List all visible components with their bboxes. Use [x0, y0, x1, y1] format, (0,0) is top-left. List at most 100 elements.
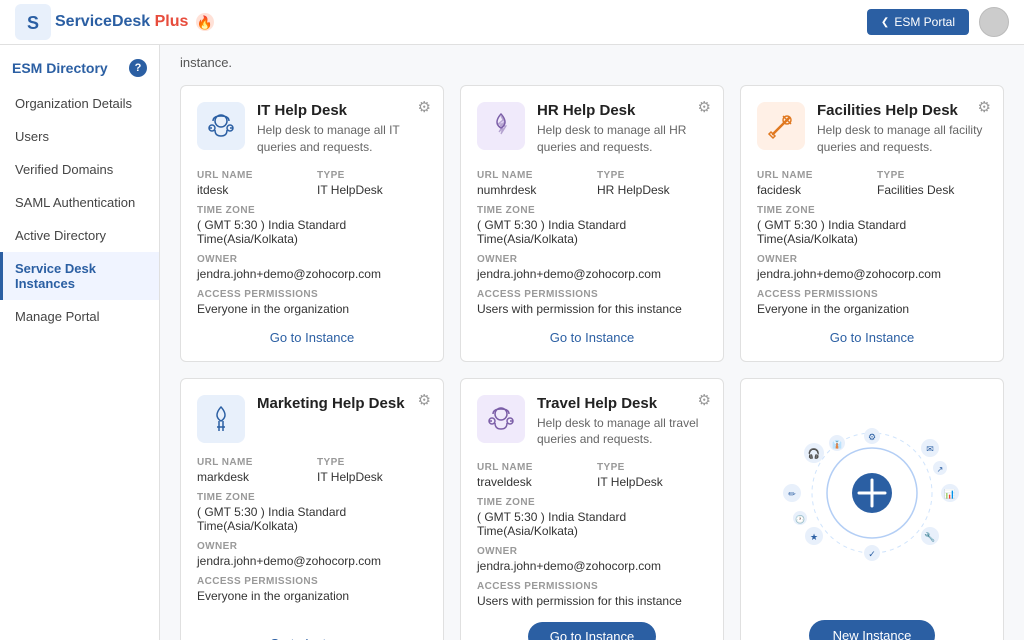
avatar[interactable] [979, 7, 1009, 37]
app-logo: S ServiceDesk Plus 🔥 [15, 4, 215, 40]
new-instance-button[interactable]: New Instance [809, 620, 936, 640]
field-access-facilities: ACCESS PERMISSIONS Everyone in the organ… [757, 289, 987, 316]
field-url-marketing: URL NAME markdesk [197, 457, 307, 484]
card-icon-travel [477, 395, 525, 443]
sidebar-item-saml-auth[interactable]: SAML Authentication [0, 186, 159, 219]
svg-text:⚙: ⚙ [868, 432, 876, 442]
card-subtitle-travel: Help desk to manage all travel queries a… [537, 415, 707, 449]
card-title-area-it: IT Help Desk Help desk to manage all IT … [257, 102, 427, 156]
card-title-facilities: Facilities Help Desk [817, 102, 987, 119]
card-footer-marketing: Go to Instance [197, 636, 427, 640]
svg-text:📊: 📊 [944, 488, 955, 499]
gear-button-travel[interactable]: ⚙ [698, 391, 711, 409]
svg-text:🔥: 🔥 [197, 15, 213, 30]
card-fields-marketing: URL NAME markdesk TYPE IT HelpDesk TIME … [197, 457, 427, 603]
card-fields-facilities: URL NAME facidesk TYPE Facilities Desk T… [757, 170, 987, 316]
field-owner-hr: OWNER jendra.john+demo@zohocorp.com [477, 254, 707, 281]
svg-text:🔧: 🔧 [924, 531, 935, 542]
card-fields-it: URL NAME itdesk TYPE IT HelpDesk TIME ZO… [197, 170, 427, 316]
logo-text: ServiceDesk Plus 🔥 [55, 12, 215, 32]
sidebar: ESM Directory ? Organization Details Use… [0, 45, 160, 640]
gear-button-it[interactable]: ⚙ [418, 98, 431, 116]
sidebar-item-users[interactable]: Users [0, 120, 159, 153]
svg-text:👔: 👔 [832, 439, 842, 449]
card-subtitle-it: Help desk to manage all IT queries and r… [257, 122, 427, 156]
goto-link-marketing[interactable]: Go to Instance [270, 636, 355, 640]
new-instance-svg: 🎧 ⚙ ✉ 📊 🔧 [762, 418, 982, 578]
main-layout: ESM Directory ? Organization Details Use… [0, 45, 1024, 640]
svg-text:🕐: 🕐 [795, 514, 805, 524]
card-hr-helpdesk: ⚙ HR Help Desk Help desk to manage all H… [460, 85, 724, 362]
esm-portal-button[interactable]: ESM Portal [867, 9, 969, 35]
sidebar-item-service-desk-instances[interactable]: Service Desk Instances [0, 252, 159, 300]
new-instance-card: 🎧 ⚙ ✉ 📊 🔧 [740, 378, 1004, 640]
card-marketing-helpdesk: ⚙ Marketing Help Desk [180, 378, 444, 640]
field-url-hr: URL NAME numhrdesk [477, 170, 587, 197]
card-fields-travel: URL NAME traveldesk TYPE IT HelpDesk TIM… [477, 462, 707, 608]
field-owner-marketing: OWNER jendra.john+demo@zohocorp.com [197, 541, 427, 568]
card-it-helpdesk: ⚙ IT Help Desk [180, 85, 444, 362]
sidebar-item-manage-portal[interactable]: Manage Portal [0, 300, 159, 333]
gear-button-marketing[interactable]: ⚙ [418, 391, 431, 409]
card-subtitle-hr: Help desk to manage all HR queries and r… [537, 122, 707, 156]
card-footer-hr: Go to Instance [477, 330, 707, 345]
field-url-it: URL NAME itdesk [197, 170, 307, 197]
field-access-it: ACCESS PERMISSIONS Everyone in the organ… [197, 289, 427, 316]
main-content: instance. ⚙ [160, 45, 1024, 640]
field-tz-facilities: TIME ZONE ( GMT 5:30 ) India Standard Ti… [757, 205, 987, 246]
card-icon-marketing [197, 395, 245, 443]
instance-note: instance. [180, 45, 1004, 85]
field-owner-travel: OWNER jendra.john+demo@zohocorp.com [477, 546, 707, 573]
help-icon[interactable]: ? [129, 59, 147, 77]
card-title-area-travel: Travel Help Desk Help desk to manage all… [537, 395, 707, 449]
card-header-facilities: Facilities Help Desk Help desk to manage… [757, 102, 987, 156]
card-title-it: IT Help Desk [257, 102, 427, 119]
field-url-facilities: URL NAME facidesk [757, 170, 867, 197]
goto-link-it[interactable]: Go to Instance [270, 330, 355, 345]
card-icon-hr [477, 102, 525, 150]
logo-icon: S [15, 4, 51, 40]
goto-link-facilities[interactable]: Go to Instance [830, 330, 915, 345]
svg-text:S: S [27, 13, 39, 33]
field-owner-it: OWNER jendra.john+demo@zohocorp.com [197, 254, 427, 281]
app-header: S ServiceDesk Plus 🔥 ESM Portal [0, 0, 1024, 45]
card-title-marketing: Marketing Help Desk [257, 395, 427, 412]
instances-grid: ⚙ IT Help Desk [180, 85, 1004, 640]
field-access-marketing: ACCESS PERMISSIONS Everyone in the organ… [197, 576, 427, 603]
field-tz-marketing: TIME ZONE ( GMT 5:30 ) India Standard Ti… [197, 492, 427, 533]
field-tz-it: TIME ZONE ( GMT 5:30 ) India Standard Ti… [197, 205, 427, 246]
field-type-it: TYPE IT HelpDesk [317, 170, 427, 197]
goto-link-hr[interactable]: Go to Instance [550, 330, 635, 345]
sidebar-item-org-details[interactable]: Organization Details [0, 87, 159, 120]
card-icon-facilities [757, 102, 805, 150]
card-icon-it [197, 102, 245, 150]
header-right: ESM Portal [867, 7, 1009, 37]
field-type-marketing: TYPE IT HelpDesk [317, 457, 427, 484]
svg-text:★: ★ [810, 532, 818, 542]
card-subtitle-facilities: Help desk to manage all facility queries… [817, 122, 987, 156]
field-tz-hr: TIME ZONE ( GMT 5:30 ) India Standard Ti… [477, 205, 707, 246]
card-header-hr: HR Help Desk Help desk to manage all HR … [477, 102, 707, 156]
card-title-area-facilities: Facilities Help Desk Help desk to manage… [817, 102, 987, 156]
sidebar-item-verified-domains[interactable]: Verified Domains [0, 153, 159, 186]
field-tz-travel: TIME ZONE ( GMT 5:30 ) India Standard Ti… [477, 497, 707, 538]
field-owner-facilities: OWNER jendra.john+demo@zohocorp.com [757, 254, 987, 281]
gear-button-hr[interactable]: ⚙ [698, 98, 711, 116]
field-access-hr: ACCESS PERMISSIONS Users with permission… [477, 289, 707, 316]
card-footer-travel: Go to Instance [477, 622, 707, 640]
card-footer-facilities: Go to Instance [757, 330, 987, 345]
new-instance-illustration: 🎧 ⚙ ✉ 📊 🔧 [741, 379, 1003, 618]
goto-button-travel[interactable]: Go to Instance [528, 622, 657, 640]
sidebar-item-active-directory[interactable]: Active Directory [0, 219, 159, 252]
svg-text:✓: ✓ [868, 549, 876, 559]
card-title-area-marketing: Marketing Help Desk [257, 395, 427, 415]
svg-text:✏: ✏ [788, 489, 796, 499]
svg-text:🎧: 🎧 [808, 447, 820, 460]
svg-text:↗: ↗ [937, 465, 944, 474]
gear-button-facilities[interactable]: ⚙ [978, 98, 991, 116]
field-type-facilities: TYPE Facilities Desk [877, 170, 987, 197]
card-fields-hr: URL NAME numhrdesk TYPE HR HelpDesk TIME… [477, 170, 707, 316]
field-type-hr: TYPE HR HelpDesk [597, 170, 707, 197]
field-access-travel: ACCESS PERMISSIONS Users with permission… [477, 581, 707, 608]
card-footer-it: Go to Instance [197, 330, 427, 345]
